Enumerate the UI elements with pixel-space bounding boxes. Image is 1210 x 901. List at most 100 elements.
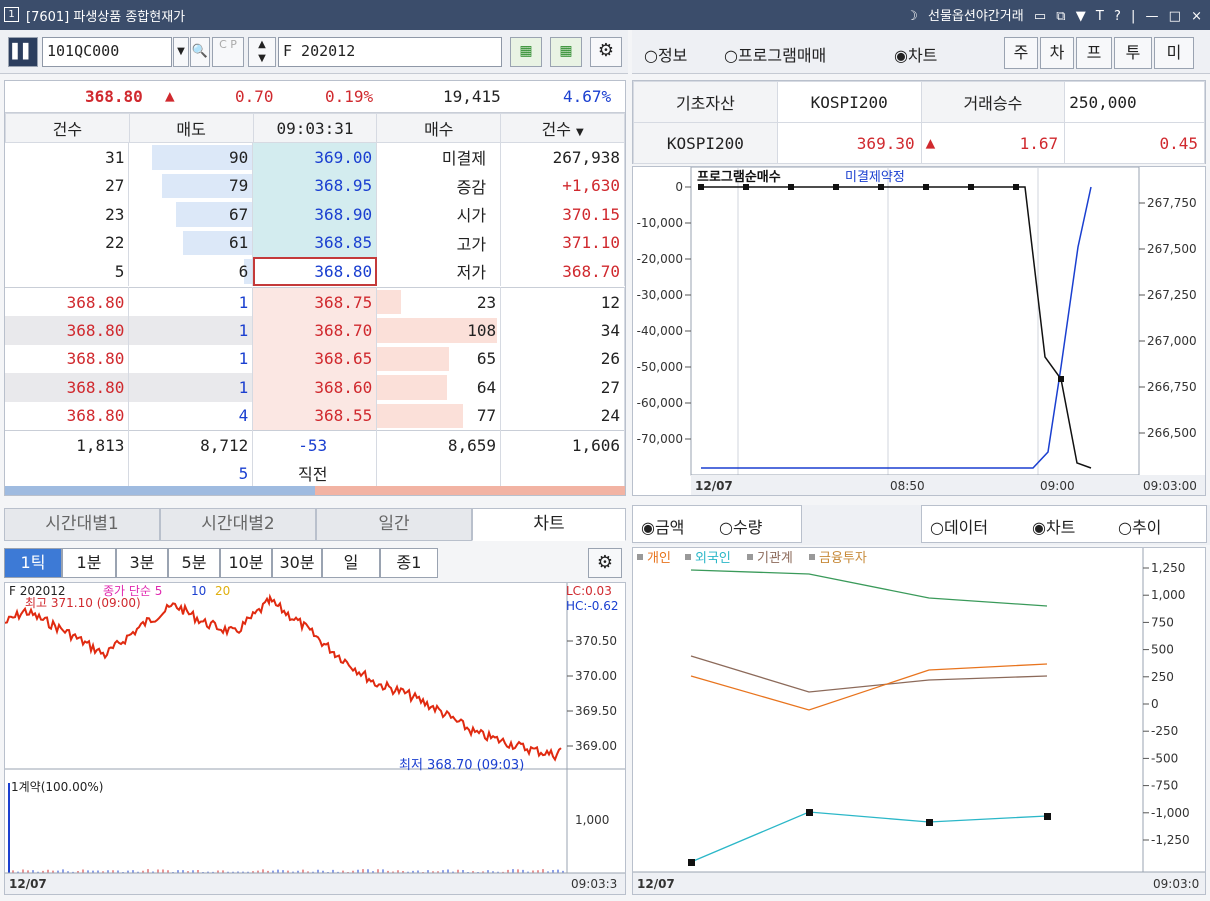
ask-price[interactable]: 368.90 xyxy=(252,200,378,229)
bid-price[interactable]: 368.55 xyxy=(252,401,378,430)
button-open-interest[interactable]: 미 xyxy=(1154,37,1194,69)
tab-chart[interactable]: 차트 xyxy=(472,508,626,541)
period-tab[interactable]: 종1 xyxy=(380,548,438,578)
period-tab[interactable]: 30분 xyxy=(272,548,322,578)
up-arrow-icon: ▲ xyxy=(925,133,936,152)
investor-axis-tick: 1,000 xyxy=(1151,588,1185,602)
period-tab[interactable]: 일 xyxy=(322,548,380,578)
maximize-icon[interactable]: □ xyxy=(1169,9,1181,24)
volume-label: 1계약(100.00%) xyxy=(11,779,103,794)
button-diff[interactable]: 차 xyxy=(1040,37,1074,69)
volume-percent: 4.67% xyxy=(563,87,612,106)
radio-data[interactable]: ○데이터 xyxy=(930,514,988,538)
bid-price[interactable]: 368.75 xyxy=(252,287,378,316)
radio-chart[interactable]: ◉차트 xyxy=(1032,514,1075,538)
underlying-label: 기초자산 xyxy=(633,81,778,123)
investor-legend-item: 외국인 xyxy=(695,551,731,566)
change-rate: 0.19% xyxy=(325,87,374,106)
product-input[interactable]: F 202012 xyxy=(278,37,502,67)
ask-row[interactable]: 27 79 368.95 증감 +1,630 xyxy=(5,171,625,200)
ask-row[interactable]: 31 90 369.00 미결제 267,938 xyxy=(5,143,625,172)
institution-line xyxy=(690,655,1048,693)
tab-time2[interactable]: 시간대별2 xyxy=(160,508,316,541)
search-icon[interactable]: 🔍 xyxy=(190,37,210,67)
radio-amount[interactable]: ◉금액 xyxy=(641,514,684,538)
button-program[interactable]: 프 xyxy=(1076,37,1112,69)
bid-row[interactable]: 368.80 1 368.70 108 34 xyxy=(5,316,625,345)
bid-count: 12 xyxy=(500,287,625,316)
investor-chart[interactable]: 1,250 1,000 750 500 250 0 -250 -500 -750 -1,000 -1… xyxy=(633,548,1205,894)
bid-price[interactable]: 368.60 xyxy=(252,373,378,402)
ask-count: 5 xyxy=(5,257,130,286)
last-qty: 5 xyxy=(128,459,254,488)
title-controls: ☽ 선물옵션야간거래 ▭ ⧉ ▼ T ? | — □ × xyxy=(900,5,1202,24)
pin-icon[interactable]: ▼ xyxy=(1076,9,1086,24)
button-investor[interactable]: 투 xyxy=(1114,37,1152,69)
radio-chart[interactable]: ◉차트 xyxy=(894,42,937,66)
radio-program-trading[interactable]: ○프로그램매매 xyxy=(724,42,826,66)
minimize-icon[interactable]: — xyxy=(1146,9,1159,24)
code-input[interactable]: 101QC000 xyxy=(42,37,172,67)
code-dropdown-icon[interactable]: ▼ xyxy=(173,37,189,67)
layout-right-icon[interactable]: ▦ xyxy=(550,37,582,67)
volume-tick: 1,000 xyxy=(575,813,609,827)
bid-qty: 108 xyxy=(376,316,502,345)
chart-settings-gear-icon[interactable]: ⚙ xyxy=(588,548,622,578)
program-chart[interactable]: 0 -10,000 -20,000 -30,000 -40,000 -50,000 -60,… xyxy=(633,166,1205,495)
radio-info[interactable]: ○정보 xyxy=(644,42,687,66)
call-put-button[interactable]: C P xyxy=(212,37,244,67)
ask-price[interactable]: 369.00 xyxy=(252,143,378,172)
font-icon[interactable]: T xyxy=(1096,9,1104,24)
menu-icon[interactable]: ▌▌ xyxy=(8,37,38,67)
legend-program-net-buy: 프로그램순매수 xyxy=(697,170,781,185)
bid-price[interactable]: 368.70 xyxy=(252,316,378,345)
radio-trend[interactable]: ○추이 xyxy=(1118,514,1161,538)
col-bid-count[interactable]: 건수 ▼ xyxy=(500,113,625,143)
bid-row[interactable]: 368.80 1 368.65 65 26 xyxy=(5,344,625,373)
right-toolbar: ○정보 ○프로그램매매 ◉차트 주 차 프 투 미 xyxy=(632,30,1210,74)
night-trading-label[interactable]: ☽ 선물옵션야간거래 xyxy=(906,9,1023,24)
col-ask-count: 건수 xyxy=(5,113,130,143)
tile-icon[interactable]: ⧉ xyxy=(1056,9,1065,24)
bid-table: 368.80 1 368.75 23 12 368.80 1 368.70 108… xyxy=(5,287,625,430)
x-label-date: 12/07 xyxy=(9,877,47,891)
period-tab[interactable]: 1틱 xyxy=(4,548,62,578)
bid-row[interactable]: 368.80 4 368.55 77 24 xyxy=(5,401,625,430)
col-bid-qty: 매수 xyxy=(376,113,502,143)
help-icon[interactable]: ? xyxy=(1114,9,1121,24)
tab-time1[interactable]: 시간대별1 xyxy=(4,508,160,541)
period-tab[interactable]: 3분 xyxy=(116,548,168,578)
restore-icon[interactable]: ▭ xyxy=(1034,9,1046,24)
period-tab[interactable]: 5분 xyxy=(168,548,220,578)
tick-qty: 1 xyxy=(128,287,254,316)
bid-qty: 23 xyxy=(376,287,502,316)
settings-gear-icon[interactable]: ⚙ xyxy=(590,37,622,67)
multiplier-label: 거래승수 xyxy=(920,81,1066,123)
right-axis-tick: 266,500 xyxy=(1147,426,1197,440)
investor-axis-tick: -500 xyxy=(1151,751,1178,765)
ask-price[interactable]: 368.95 xyxy=(252,171,378,200)
ask-row[interactable]: 5 6 368.80 저가 368.70 xyxy=(5,257,625,286)
ask-price[interactable]: 368.80 xyxy=(252,257,378,286)
title-bar: 1 [7601] 파생상품 종합현재가 ☽ 선물옵션야간거래 ▭ ⧉ ▼ T ?… xyxy=(0,0,1210,30)
bid-price[interactable]: 368.65 xyxy=(252,344,378,373)
dropdown-icon[interactable]: ▼ xyxy=(576,127,584,138)
underlying-value: KOSPI200 xyxy=(776,81,922,123)
bid-row[interactable]: 368.80 1 368.60 64 27 xyxy=(5,373,625,402)
tab-daily[interactable]: 일간 xyxy=(316,508,472,541)
close-icon[interactable]: × xyxy=(1191,9,1202,24)
ask-row[interactable]: 22 61 368.85 고가 371.10 xyxy=(5,228,625,257)
layout-left-icon[interactable]: ▦ xyxy=(510,37,542,67)
investor-axis-tick: -1,250 xyxy=(1151,833,1190,847)
price-chart[interactable]: 370.50370.00369.50369.00 F 202012 종가 단순 … xyxy=(4,583,625,894)
period-tab[interactable]: 10분 xyxy=(220,548,272,578)
ask-row[interactable]: 23 67 368.90 시가 370.15 xyxy=(5,200,625,229)
info-label: 시가 xyxy=(376,200,502,229)
ask-price[interactable]: 368.85 xyxy=(252,228,378,257)
period-tab[interactable]: 1분 xyxy=(62,548,116,578)
ask-count: 23 xyxy=(5,200,130,229)
radio-quantity[interactable]: ○수량 xyxy=(719,514,762,538)
button-stock[interactable]: 주 xyxy=(1004,37,1038,69)
spinner-icon[interactable]: ▲ ▼ xyxy=(248,37,276,67)
bid-row[interactable]: 368.80 1 368.75 23 12 xyxy=(5,287,625,316)
